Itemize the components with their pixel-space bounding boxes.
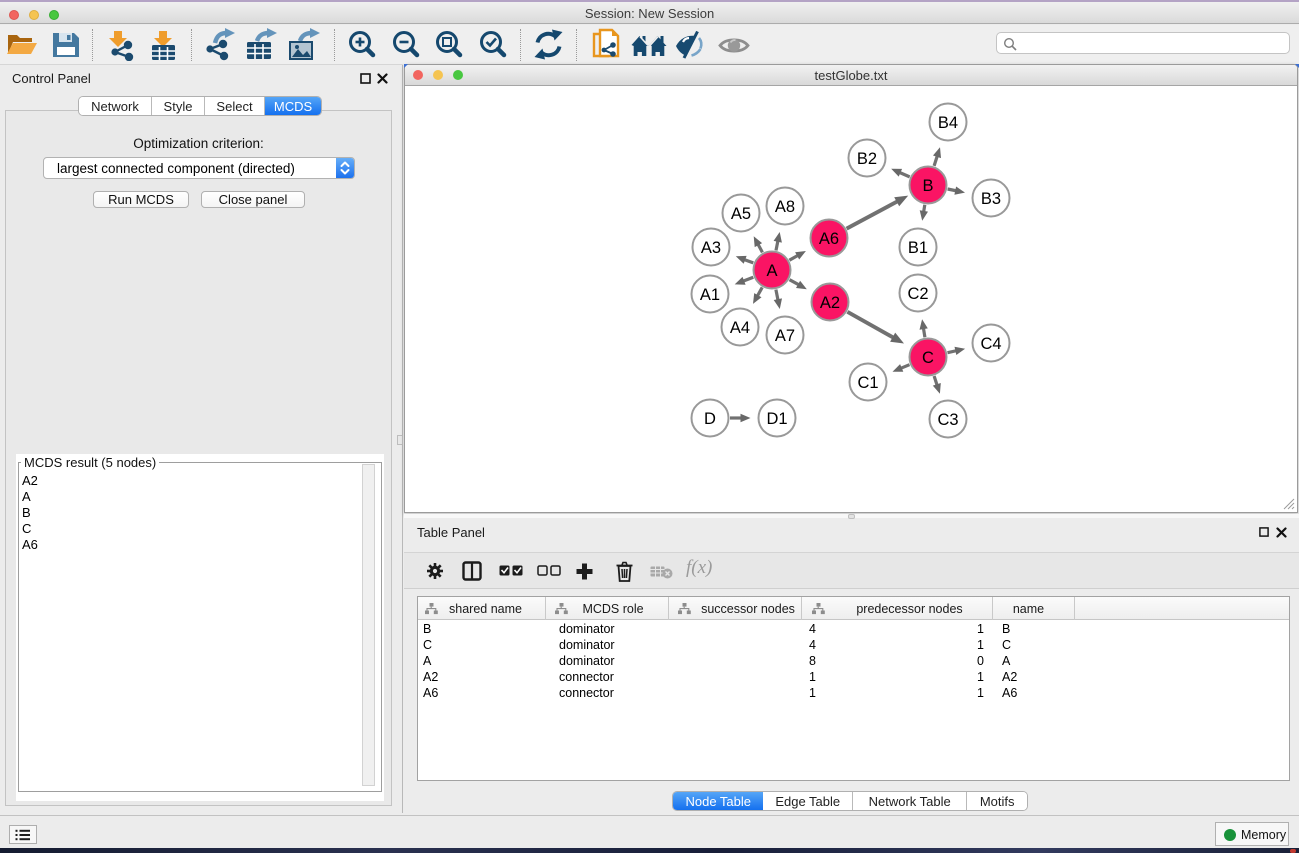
svg-text:C4: C4 <box>980 335 1001 353</box>
svg-text:D: D <box>704 410 716 428</box>
svg-text:A5: A5 <box>731 205 751 223</box>
svg-text:C: C <box>922 349 934 367</box>
svg-text:B2: B2 <box>857 150 877 168</box>
svg-text:A: A <box>766 262 777 280</box>
svg-text:A3: A3 <box>701 239 721 257</box>
svg-text:C1: C1 <box>857 374 878 392</box>
svg-text:B: B <box>922 177 933 195</box>
svg-text:A1: A1 <box>700 286 720 304</box>
svg-text:B3: B3 <box>981 190 1001 208</box>
svg-text:C3: C3 <box>937 411 958 429</box>
svg-text:A7: A7 <box>775 327 795 345</box>
svg-text:D1: D1 <box>766 410 787 428</box>
svg-text:A6: A6 <box>819 230 839 248</box>
svg-text:A2: A2 <box>820 294 840 312</box>
svg-text:C2: C2 <box>907 285 928 303</box>
svg-text:B4: B4 <box>938 114 958 132</box>
svg-text:A4: A4 <box>730 319 750 337</box>
svg-text:B1: B1 <box>908 239 928 257</box>
svg-text:A8: A8 <box>775 198 795 216</box>
